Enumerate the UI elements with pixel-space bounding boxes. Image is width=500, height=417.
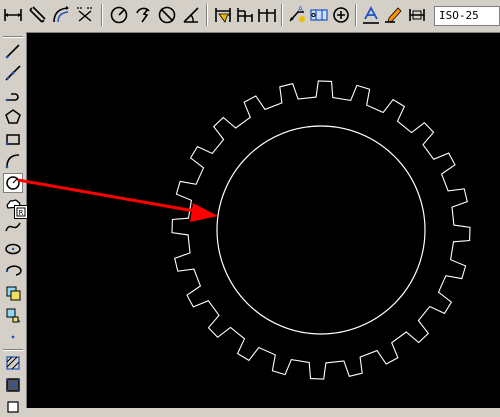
arrow-shaft: [17, 178, 201, 214]
arrow-head: [190, 203, 218, 222]
drawing-overlay: [17, 80, 471, 380]
cad-application-window: A ISO-25 R: [0, 0, 500, 413]
inner-circle[interactable]: [216, 125, 426, 335]
red-annotation-arrow: [17, 178, 218, 222]
